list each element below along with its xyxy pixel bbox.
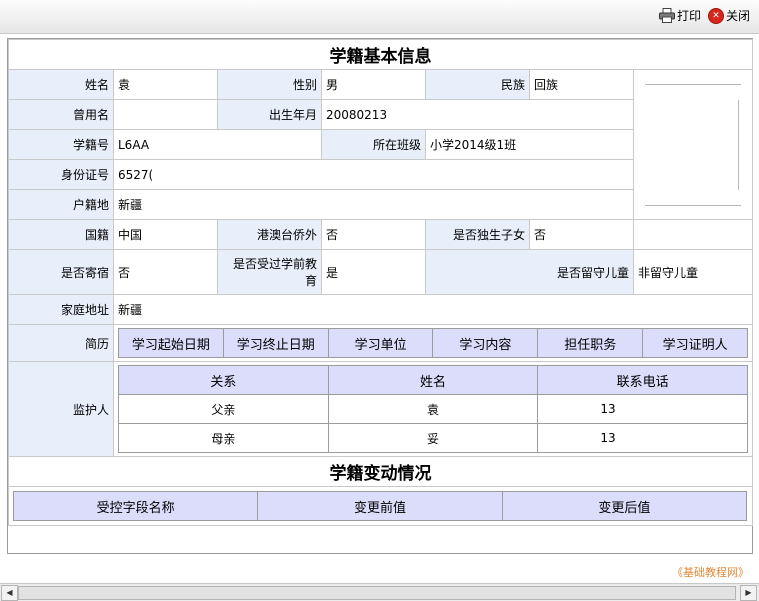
site-watermark: 《基础教程网》 bbox=[672, 566, 749, 579]
student-info-table: 学籍基本信息 姓名 袁 性别 男 民族 回族 曾用名 出生年月 20080213… bbox=[7, 39, 754, 526]
close-label: 关闭 bbox=[726, 9, 751, 23]
resume-cell: 学习起始日期 学习终止日期 学习单位 学习内容 担任职务 学习证明人 bbox=[112, 324, 754, 362]
id-label: 身份证号 bbox=[8, 159, 114, 190]
student-photo bbox=[645, 83, 742, 206]
guardian-name: 袁 bbox=[327, 394, 539, 424]
preschool-value: 是 bbox=[321, 249, 426, 295]
only-child-label: 是否独生子女 bbox=[425, 219, 530, 250]
hmt-value: 否 bbox=[321, 219, 426, 250]
printer-icon bbox=[659, 8, 675, 23]
class-label: 所在班级 bbox=[321, 129, 426, 160]
resume-header-end: 学习终止日期 bbox=[222, 328, 329, 358]
scroll-thumb[interactable] bbox=[18, 586, 736, 600]
resume-header-unit: 学习单位 bbox=[327, 328, 434, 358]
name-value: 袁 bbox=[113, 69, 218, 100]
scroll-left-icon[interactable]: ◀ bbox=[1, 585, 18, 601]
hukou-value: 新疆 bbox=[113, 189, 634, 220]
table-row: 母亲 妥 13 bbox=[118, 423, 748, 453]
ethnic-value: 回族 bbox=[529, 69, 634, 100]
id-value: 6527( bbox=[113, 159, 634, 190]
address-value: 新疆 bbox=[112, 294, 754, 325]
resume-header-duty: 担任职务 bbox=[537, 328, 644, 358]
guardian-relation: 父亲 bbox=[118, 394, 329, 424]
changes-header-field: 受控字段名称 bbox=[12, 491, 259, 521]
guardian-name: 妥 bbox=[327, 423, 539, 453]
left-behind-label: 是否留守儿童 bbox=[425, 249, 634, 295]
boarding-value: 否 bbox=[113, 249, 218, 295]
resume-header-witness: 学习证明人 bbox=[642, 328, 748, 358]
hukou-label: 户籍地 bbox=[8, 189, 114, 220]
print-label: 打印 bbox=[677, 9, 702, 23]
close-icon: ✕ bbox=[708, 7, 724, 24]
toolbar: 打印 ✕ 关闭 bbox=[0, 0, 759, 34]
resume-table: 学习起始日期 学习终止日期 学习单位 学习内容 担任职务 学习证明人 bbox=[118, 328, 748, 358]
guardian-table: 关系 姓名 联系电话 父亲 袁 13 母亲 妥 13 bbox=[118, 365, 748, 453]
changes-table: 受控字段名称 变更前值 变更后值 bbox=[12, 491, 748, 521]
resume-header-content: 学习内容 bbox=[432, 328, 539, 358]
scroll-right-icon[interactable]: ▶ bbox=[740, 585, 757, 601]
table-row: 父亲 袁 13 bbox=[118, 394, 748, 424]
only-child-value: 否 bbox=[529, 219, 634, 250]
changes-cell: 受控字段名称 变更前值 变更后值 bbox=[7, 486, 754, 526]
resume-label: 简历 bbox=[8, 324, 114, 362]
guardian-phone: 13 bbox=[537, 394, 748, 424]
guardian-header-phone: 联系电话 bbox=[537, 365, 748, 395]
nationality-label: 国籍 bbox=[8, 219, 114, 250]
horizontal-scrollbar[interactable]: ◀ ▶ bbox=[0, 583, 759, 601]
guardian-header-name: 姓名 bbox=[327, 365, 539, 395]
print-button[interactable]: 打印 bbox=[659, 7, 701, 24]
photo-cell bbox=[632, 69, 754, 220]
former-name-value bbox=[113, 99, 218, 130]
guardian-relation: 母亲 bbox=[118, 423, 329, 453]
empty-cell bbox=[632, 219, 754, 250]
close-button[interactable]: ✕ 关闭 bbox=[708, 7, 750, 24]
preschool-label: 是否受过学前教育 bbox=[217, 249, 322, 295]
birth-label: 出生年月 bbox=[217, 99, 322, 130]
changes-title: 学籍变动情况 bbox=[7, 456, 754, 487]
guardian-phone: 13 bbox=[537, 423, 748, 453]
hmt-label: 港澳台侨外 bbox=[217, 219, 322, 250]
guardian-header-relation: 关系 bbox=[118, 365, 329, 395]
changes-header-before: 变更前值 bbox=[257, 491, 503, 521]
basic-info-title: 学籍基本信息 bbox=[7, 39, 754, 70]
boarding-label: 是否寄宿 bbox=[8, 249, 114, 295]
left-behind-value: 非留守儿童 bbox=[632, 249, 754, 295]
name-label: 姓名 bbox=[8, 69, 114, 100]
student-no-value: L6AA bbox=[113, 129, 322, 160]
class-value: 小学2014级1班 bbox=[425, 129, 634, 160]
address-label: 家庭地址 bbox=[8, 294, 114, 325]
nationality-value: 中国 bbox=[113, 219, 218, 250]
student-no-label: 学籍号 bbox=[8, 129, 114, 160]
changes-header-after: 变更后值 bbox=[501, 491, 748, 521]
gender-label: 性别 bbox=[217, 69, 322, 100]
birth-value: 20080213 bbox=[321, 99, 634, 130]
guardian-label: 监护人 bbox=[8, 361, 114, 457]
resume-header-start: 学习起始日期 bbox=[118, 328, 224, 358]
guardian-cell: 关系 姓名 联系电话 父亲 袁 13 母亲 妥 13 bbox=[112, 361, 754, 457]
former-name-label: 曾用名 bbox=[8, 99, 114, 130]
ethnic-label: 民族 bbox=[425, 69, 530, 100]
gender-value: 男 bbox=[321, 69, 426, 100]
student-record-panel: 学籍基本信息 姓名 袁 性别 男 民族 回族 曾用名 出生年月 20080213… bbox=[7, 38, 754, 554]
